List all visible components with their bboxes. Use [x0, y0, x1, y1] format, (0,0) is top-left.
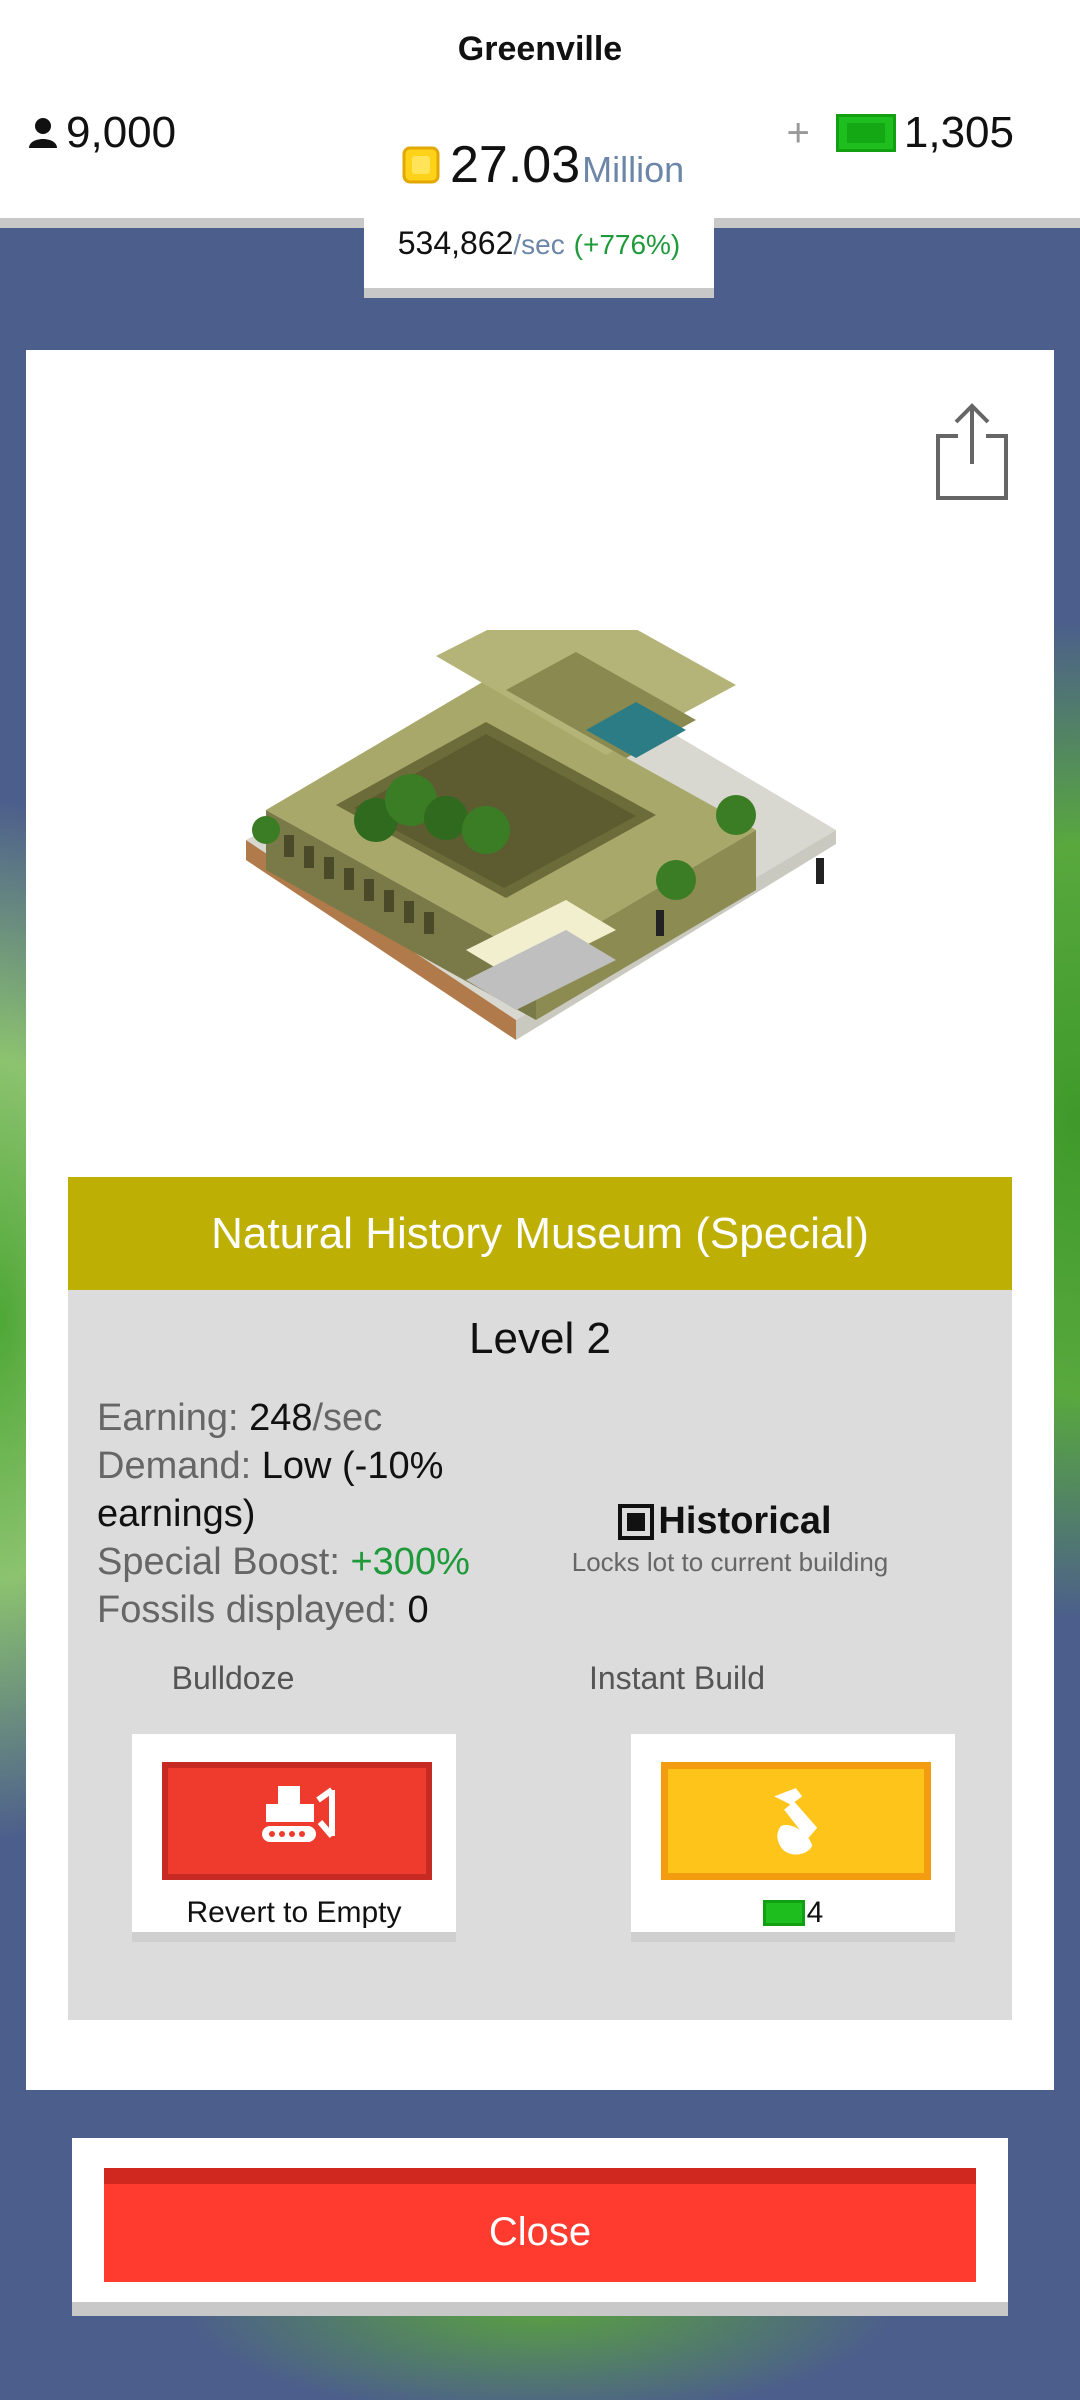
bulldozer-icon — [262, 1786, 335, 1842]
income-rate-tab: 534,862/sec (+776%) — [364, 210, 714, 298]
close-button[interactable]: Close — [104, 2168, 976, 2282]
coins-counter: 27.03 Million — [400, 135, 684, 195]
coins-unit: Million — [582, 149, 685, 190]
coin-icon — [402, 146, 440, 184]
add-cash-icon[interactable]: + — [787, 111, 810, 156]
historical-subtitle: Locks lot to current building — [571, 1547, 889, 1577]
share-icon[interactable] — [932, 402, 1012, 502]
earning-label: Earning: — [97, 1397, 250, 1439]
instant-build-button[interactable] — [661, 1762, 931, 1880]
boost-label: Special Boost: — [97, 1541, 351, 1583]
demand-stat: Demand: Low (-10% earnings) — [97, 1442, 497, 1538]
cash-value: 1,305 — [903, 108, 1014, 157]
historical-toggle[interactable]: Historical Locks lot to current building — [572, 1500, 890, 1578]
building-level: Level 2 — [469, 1314, 611, 1363]
boost-value: +300% — [350, 1541, 470, 1583]
building-card: Natural History Museum (Special) Level 2… — [26, 350, 1054, 2090]
coins-value: 27.03 — [450, 136, 581, 194]
bulldoze-label: Bulldoze — [171, 1660, 295, 1696]
fossils-stat: Fossils displayed: 0 — [97, 1586, 497, 1634]
historical-checkbox-icon[interactable] — [618, 1503, 655, 1540]
demand-label: Demand: — [97, 1445, 262, 1487]
population-value: 9,000 — [66, 108, 177, 157]
boost-stat: Special Boost: +300% — [97, 1538, 497, 1586]
fossils-label: Fossils displayed: — [97, 1589, 408, 1631]
cash-icon — [835, 114, 896, 152]
close-container: Close — [72, 2138, 1008, 2316]
person-icon — [29, 118, 57, 148]
bulldoze-card[interactable]: Revert to Empty — [132, 1734, 456, 1942]
instant-build-card[interactable]: 4 — [631, 1734, 955, 1942]
building-stats: Earning: 248/sec Demand: Low (-10% earni… — [97, 1394, 497, 1634]
bulldoze-button[interactable] — [162, 1762, 432, 1880]
hammer-icon — [774, 1788, 818, 1855]
cash-icon — [762, 1900, 805, 1926]
bulldoze-caption: Revert to Empty — [186, 1896, 402, 1929]
earning-value: 248 — [249, 1397, 313, 1439]
earning-unit: /sec — [312, 1397, 383, 1439]
historical-title-row: Historical — [560, 1500, 890, 1543]
historical-title: Historical — [658, 1500, 832, 1542]
city-name: Greenville — [457, 30, 623, 68]
earning-stat: Earning: 248/sec — [97, 1394, 497, 1442]
population-counter: 9,000 — [26, 108, 176, 158]
top-hud: Greenville 9,000 27.03 Million + 1,305 — [0, 0, 1080, 220]
rate-unit: /sec — [513, 229, 565, 260]
building-illustration — [246, 630, 836, 1040]
instant-build-cost-value: 4 — [806, 1896, 824, 1929]
fossils-value: 0 — [407, 1589, 429, 1631]
instant-build-label: Instant Build — [588, 1660, 766, 1696]
rate-change: (+776%) — [573, 229, 681, 260]
building-title: Natural History Museum (Special) — [68, 1177, 1012, 1290]
cash-counter[interactable]: + 1,305 — [787, 108, 1014, 158]
instant-build-cost: 4 — [631, 1896, 955, 1930]
building-info-panel: Level 2 Earning: 248/sec Demand: Low (-1… — [68, 1290, 1012, 2020]
rate-value: 534,862 — [397, 225, 514, 261]
